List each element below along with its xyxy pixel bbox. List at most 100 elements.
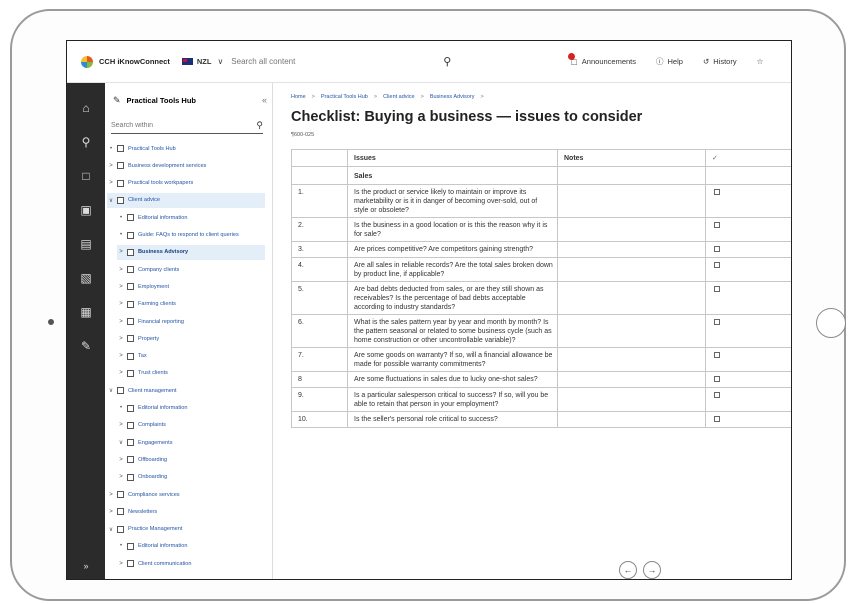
sidebar-item[interactable]: ∨ Client management xyxy=(107,383,265,398)
global-search-input[interactable] xyxy=(231,54,444,69)
row-checkbox[interactable] xyxy=(714,262,720,268)
breadcrumb-link[interactable]: Client advice xyxy=(383,94,415,100)
sidebar-item-checkbox[interactable] xyxy=(127,456,134,464)
row-checkbox[interactable] xyxy=(714,352,720,358)
row-notes-cell[interactable] xyxy=(557,371,706,388)
row-notes-cell[interactable] xyxy=(557,241,706,258)
row-notes-cell[interactable] xyxy=(557,184,706,218)
sidebar-item-checkbox[interactable] xyxy=(117,525,124,533)
calculator-icon[interactable]: ▦ xyxy=(67,305,105,319)
sidebar-item-checkbox[interactable] xyxy=(127,421,134,429)
row-notes-cell[interactable] xyxy=(557,347,706,372)
chevron-right-icon[interactable]: > xyxy=(117,249,125,255)
sidebar-item[interactable]: > Financial reporting xyxy=(117,314,265,329)
sidebar-item-checkbox[interactable] xyxy=(117,162,124,170)
previous-page-button[interactable]: ← xyxy=(619,561,637,579)
sidebar-item-checkbox[interactable] xyxy=(127,318,134,325)
row-notes-cell[interactable] xyxy=(557,257,706,282)
chevron-right-icon[interactable]: > xyxy=(117,336,125,342)
sidebar-item[interactable]: > Property xyxy=(117,331,265,346)
search-icon[interactable]: ⚲ xyxy=(256,120,263,131)
row-checkbox[interactable] xyxy=(714,319,720,325)
next-page-button[interactable]: → xyxy=(643,561,661,579)
chevron-right-icon[interactable]: > xyxy=(117,301,125,307)
sidebar-item[interactable]: ∨ Engagements xyxy=(117,435,265,450)
sidebar-item-checkbox[interactable] xyxy=(127,231,134,239)
sidebar-item-checkbox[interactable] xyxy=(117,508,124,516)
sidebar-item[interactable]: > Compliance services xyxy=(107,487,265,502)
sidebar-item-checkbox[interactable] xyxy=(117,179,124,187)
favourites-star-icon[interactable]: ☆ xyxy=(757,57,764,66)
row-checkbox[interactable] xyxy=(714,246,720,252)
news-icon[interactable]: ▤ xyxy=(67,237,105,251)
sidebar-item-checkbox[interactable] xyxy=(127,248,134,256)
announcements-button[interactable]: □ Announcements xyxy=(568,52,636,67)
sidebar-item[interactable]: • Editorial information xyxy=(117,401,265,416)
sidebar-item-checkbox[interactable] xyxy=(127,335,134,343)
breadcrumb-link[interactable]: Business Advisory xyxy=(430,94,475,100)
row-checkbox[interactable] xyxy=(714,189,720,195)
expand-icon[interactable]: » xyxy=(67,561,105,571)
sidebar-item-checkbox[interactable] xyxy=(127,369,134,377)
chevron-right-icon[interactable]: > xyxy=(117,284,125,290)
row-checkbox[interactable] xyxy=(714,286,720,292)
chevron-right-icon[interactable]: > xyxy=(117,267,125,273)
sidebar-item-checkbox[interactable] xyxy=(127,266,134,274)
chevron-down-icon[interactable]: ∨ xyxy=(107,197,115,204)
sidebar-item-checkbox[interactable] xyxy=(117,145,124,152)
sidebar-item[interactable]: > Onboarding xyxy=(117,470,265,485)
region-selector[interactable]: NZL xyxy=(197,57,212,66)
row-checkbox[interactable] xyxy=(714,376,720,382)
sidebar-item-checkbox[interactable] xyxy=(117,196,124,204)
brand-name[interactable]: CCH iKnowConnect xyxy=(99,57,170,66)
sidebar-item[interactable]: • Practical Tools Hub xyxy=(107,141,265,156)
chevron-down-icon[interactable]: ∨ xyxy=(117,439,125,446)
sidebar-item[interactable]: > Business Advisory xyxy=(117,244,265,260)
sidebar-item-checkbox[interactable] xyxy=(117,387,124,395)
sidebar-item-checkbox[interactable] xyxy=(127,214,134,222)
chevron-right-icon[interactable]: > xyxy=(117,353,125,359)
sidebar-item[interactable]: > Business development services xyxy=(107,158,265,173)
sidebar-item[interactable]: > Company clients xyxy=(117,262,265,277)
row-notes-cell[interactable] xyxy=(557,314,706,348)
chevron-down-icon[interactable]: ∨ xyxy=(217,57,223,66)
chevron-down-icon[interactable]: ∨ xyxy=(107,387,115,394)
row-checkbox[interactable] xyxy=(714,392,720,398)
breadcrumb-link[interactable]: Practical Tools Hub xyxy=(321,94,368,100)
briefcase-icon[interactable]: ▣ xyxy=(67,203,105,217)
sidebar-item[interactable]: ∨ Client advice xyxy=(107,192,265,208)
sidebar-item[interactable]: > Trust clients xyxy=(117,366,265,381)
sidebar-item[interactable]: > Offboarding xyxy=(117,452,265,467)
sidebar-item-checkbox[interactable] xyxy=(127,560,134,568)
brand-logo-icon[interactable] xyxy=(81,55,93,68)
chevron-right-icon[interactable]: > xyxy=(117,561,125,567)
row-checkbox[interactable] xyxy=(714,222,720,228)
sidebar-item[interactable]: > Newsletters xyxy=(107,504,265,519)
home-button[interactable] xyxy=(816,308,846,338)
row-notes-cell[interactable] xyxy=(557,411,706,428)
breadcrumb-link[interactable]: Home xyxy=(291,94,306,100)
sidebar-item-checkbox[interactable] xyxy=(127,542,134,550)
home-icon[interactable]: ⌂ xyxy=(67,101,105,115)
sidebar-item[interactable]: > Employment xyxy=(117,279,265,294)
book-icon[interactable]: ▧ xyxy=(67,271,105,285)
row-notes-cell[interactable] xyxy=(557,281,706,315)
sidebar-item-checkbox[interactable] xyxy=(127,439,134,447)
sidebar-item[interactable]: > Practical tools workpapers xyxy=(107,176,265,191)
sidebar-item[interactable]: > Farming clients xyxy=(117,297,265,312)
sidebar-item-checkbox[interactable] xyxy=(127,300,134,308)
chevron-right-icon[interactable]: > xyxy=(117,457,125,463)
chevron-right-icon[interactable]: > xyxy=(117,370,125,376)
chevron-right-icon[interactable]: > xyxy=(107,492,115,498)
bookmark-icon[interactable]: □ xyxy=(67,169,105,183)
chevron-right-icon[interactable]: > xyxy=(117,319,125,325)
sidebar-item[interactable]: > Complaints xyxy=(117,418,265,433)
chevron-down-icon[interactable]: ∨ xyxy=(107,526,115,533)
search-nav-icon[interactable]: ⚲ xyxy=(67,135,105,149)
sidebar-search-input[interactable] xyxy=(111,122,241,129)
row-notes-cell[interactable] xyxy=(557,217,706,242)
collapse-sidebar-icon[interactable]: « xyxy=(262,95,267,105)
sidebar-item-checkbox[interactable] xyxy=(117,491,124,498)
sidebar-item[interactable]: • Guide: FAQs to respond to client querie… xyxy=(117,228,265,243)
chevron-right-icon[interactable]: > xyxy=(107,180,115,186)
